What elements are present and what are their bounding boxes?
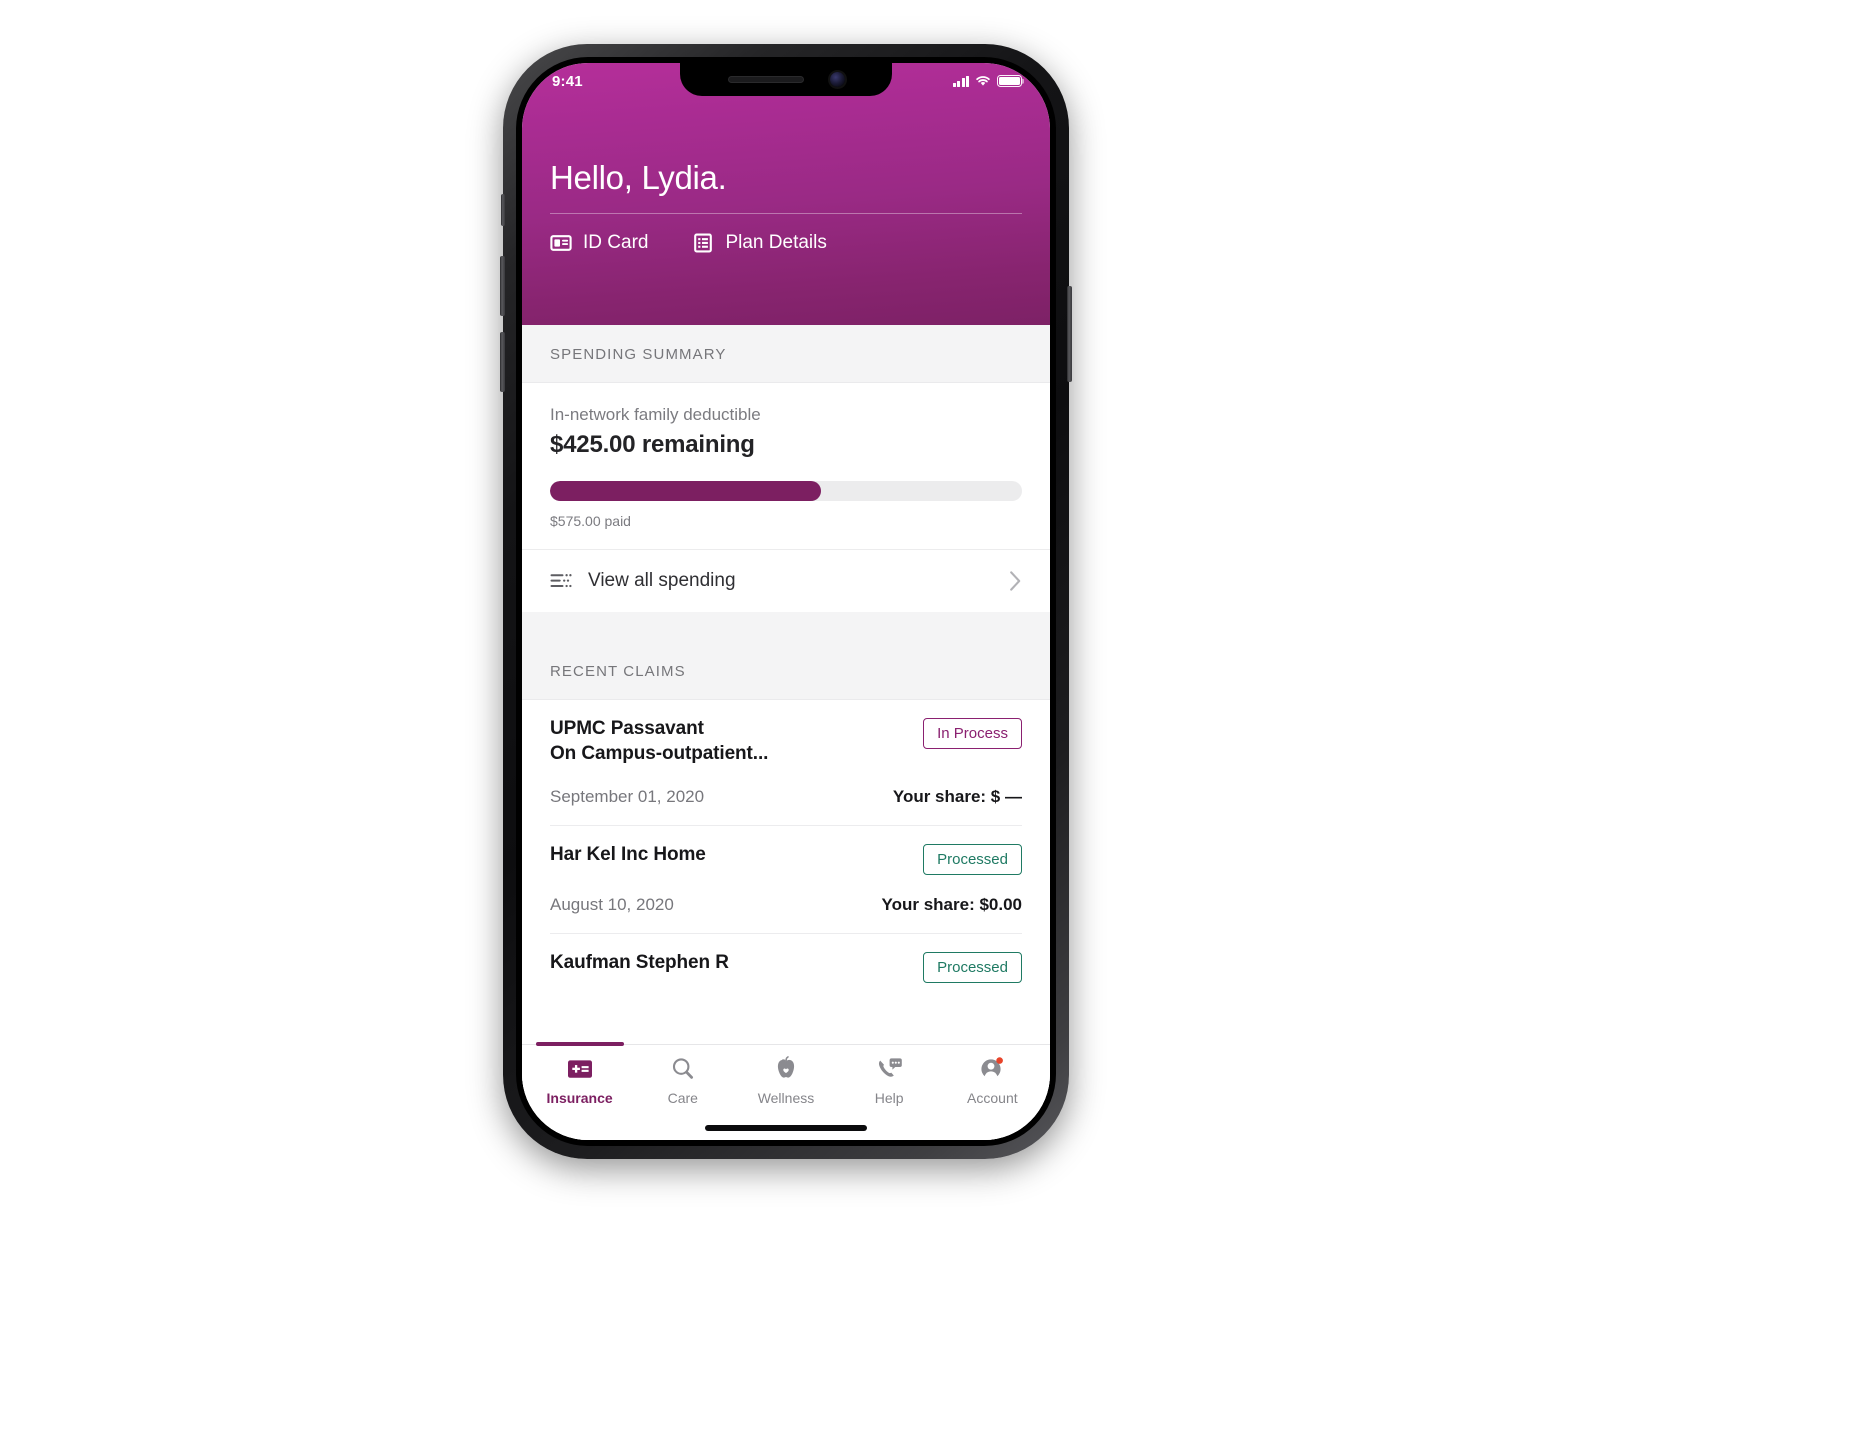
app-header: 9:41 Hello, Lydia. ID Card Plan Details bbox=[522, 63, 1050, 325]
phone-bezel: 9:41 Hello, Lydia. ID Card Plan Details … bbox=[516, 57, 1056, 1146]
deductible-label: In-network family deductible bbox=[550, 405, 761, 424]
apple-heart-icon bbox=[773, 1054, 799, 1084]
screenshot-canvas: 9:41 Hello, Lydia. ID Card Plan Details … bbox=[0, 0, 1872, 1440]
tab-wellness[interactable]: Wellness bbox=[734, 1054, 837, 1106]
status-bar-time: 9:41 bbox=[552, 72, 583, 90]
id-card-icon bbox=[550, 232, 572, 254]
claim-footer: September 01, 2020 Your share: $ — bbox=[550, 767, 1022, 826]
deductible-remaining-amount: $425.00 remaining bbox=[550, 431, 755, 458]
tab-care-label: Care bbox=[667, 1090, 698, 1106]
tab-account[interactable]: Account bbox=[941, 1054, 1044, 1106]
spending-summary-section-title: SPENDING SUMMARY bbox=[522, 325, 1050, 383]
claim-header: Kaufman Stephen R Processed bbox=[550, 950, 1022, 983]
claim-header: Har Kel Inc Home Processed bbox=[550, 842, 1022, 875]
tab-insurance[interactable]: Insurance bbox=[528, 1054, 631, 1106]
plan-details-label: Plan Details bbox=[725, 232, 827, 253]
view-all-spending-row[interactable]: View all spending bbox=[522, 549, 1050, 612]
claim-row[interactable]: Kaufman Stephen R Processed bbox=[522, 933, 1050, 983]
notification-badge-dot bbox=[996, 1057, 1004, 1064]
status-bar-indicators bbox=[952, 75, 1022, 87]
header-divider bbox=[550, 213, 1022, 214]
list-lines-icon bbox=[550, 572, 573, 590]
active-tab-indicator bbox=[536, 1042, 624, 1046]
person-avatar-icon bbox=[978, 1054, 1006, 1084]
plan-details-button[interactable]: Plan Details bbox=[692, 232, 827, 254]
claim-header: UPMC Passavant On Campus-outpatient... I… bbox=[550, 716, 1022, 767]
claim-your-share: Your share: $ — bbox=[892, 786, 1022, 806]
volume-up-button[interactable] bbox=[500, 256, 505, 316]
tab-help[interactable]: Help bbox=[838, 1054, 941, 1106]
phone-device-frame: 9:41 Hello, Lydia. ID Card Plan Details … bbox=[500, 44, 1072, 1159]
id-card-button[interactable]: ID Card bbox=[550, 232, 648, 254]
claim-provider-name: Har Kel Inc Home bbox=[550, 842, 706, 867]
claim-date: September 01, 2020 bbox=[550, 786, 705, 806]
claim-row[interactable]: Har Kel Inc Home Processed August 10, 20… bbox=[522, 825, 1050, 934]
status-badge: Processed bbox=[923, 951, 1022, 983]
tab-account-label: Account bbox=[967, 1090, 1018, 1106]
claim-provider-line1: Kaufman Stephen R bbox=[550, 951, 729, 973]
tab-help-label: Help bbox=[874, 1090, 904, 1106]
claim-provider-name: Kaufman Stephen R bbox=[550, 950, 729, 975]
deductible-progress-fill bbox=[550, 481, 822, 501]
recent-claims-section-title: RECENT CLAIMS bbox=[522, 642, 1050, 700]
home-indicator[interactable] bbox=[705, 1125, 867, 1131]
status-bar: 9:41 bbox=[522, 63, 1050, 97]
view-all-spending-label: View all spending bbox=[588, 570, 736, 591]
claim-provider-line1: Har Kel Inc Home bbox=[550, 843, 706, 865]
magnifier-search-icon bbox=[669, 1054, 697, 1084]
status-badge: In Process bbox=[923, 718, 1022, 749]
claim-provider-line1: UPMC Passavant bbox=[550, 718, 704, 739]
silent-switch-button[interactable] bbox=[501, 194, 505, 226]
deductible-paid-label: $575.00 paid bbox=[550, 513, 631, 529]
deductible-progress-bar bbox=[550, 481, 1022, 501]
plan-details-icon bbox=[692, 232, 714, 254]
claim-footer: August 10, 2020 Your share: $0.00 bbox=[550, 875, 1022, 934]
chevron-right-icon bbox=[1009, 570, 1022, 592]
insurance-card-icon bbox=[565, 1054, 595, 1084]
phone-chat-icon bbox=[875, 1054, 903, 1084]
status-badge: Processed bbox=[923, 843, 1022, 875]
phone-screen: 9:41 Hello, Lydia. ID Card Plan Details … bbox=[522, 63, 1050, 1140]
claim-your-share: Your share: $0.00 bbox=[881, 894, 1022, 914]
tab-list: Insurance Care Wellness Help Account bbox=[522, 1054, 1050, 1106]
section-gap bbox=[522, 612, 1050, 642]
id-card-label: ID Card bbox=[583, 232, 649, 253]
tab-insurance-label: Insurance bbox=[546, 1090, 613, 1106]
header-action-row: ID Card Plan Details bbox=[522, 232, 1050, 254]
claim-date: August 10, 2020 bbox=[550, 894, 674, 914]
tab-wellness-label: Wellness bbox=[757, 1090, 815, 1106]
page-title: Hello, Lydia. bbox=[550, 159, 727, 196]
claim-row[interactable]: UPMC Passavant On Campus-outpatient... I… bbox=[522, 700, 1050, 826]
power-button[interactable] bbox=[1067, 286, 1072, 382]
claim-provider-name: UPMC Passavant On Campus-outpatient... bbox=[550, 716, 768, 767]
deductible-card: In-network family deductible $425.00 rem… bbox=[522, 383, 1050, 549]
wifi-icon bbox=[975, 75, 991, 87]
cellular-signal-icon bbox=[952, 75, 969, 87]
battery-full-icon bbox=[997, 75, 1022, 87]
scroll-content[interactable]: SPENDING SUMMARY In-network family deduc… bbox=[522, 325, 1050, 1140]
claim-provider-line2: On Campus-outpatient... bbox=[550, 743, 769, 765]
volume-down-button[interactable] bbox=[500, 332, 505, 392]
tab-care[interactable]: Care bbox=[631, 1054, 734, 1106]
